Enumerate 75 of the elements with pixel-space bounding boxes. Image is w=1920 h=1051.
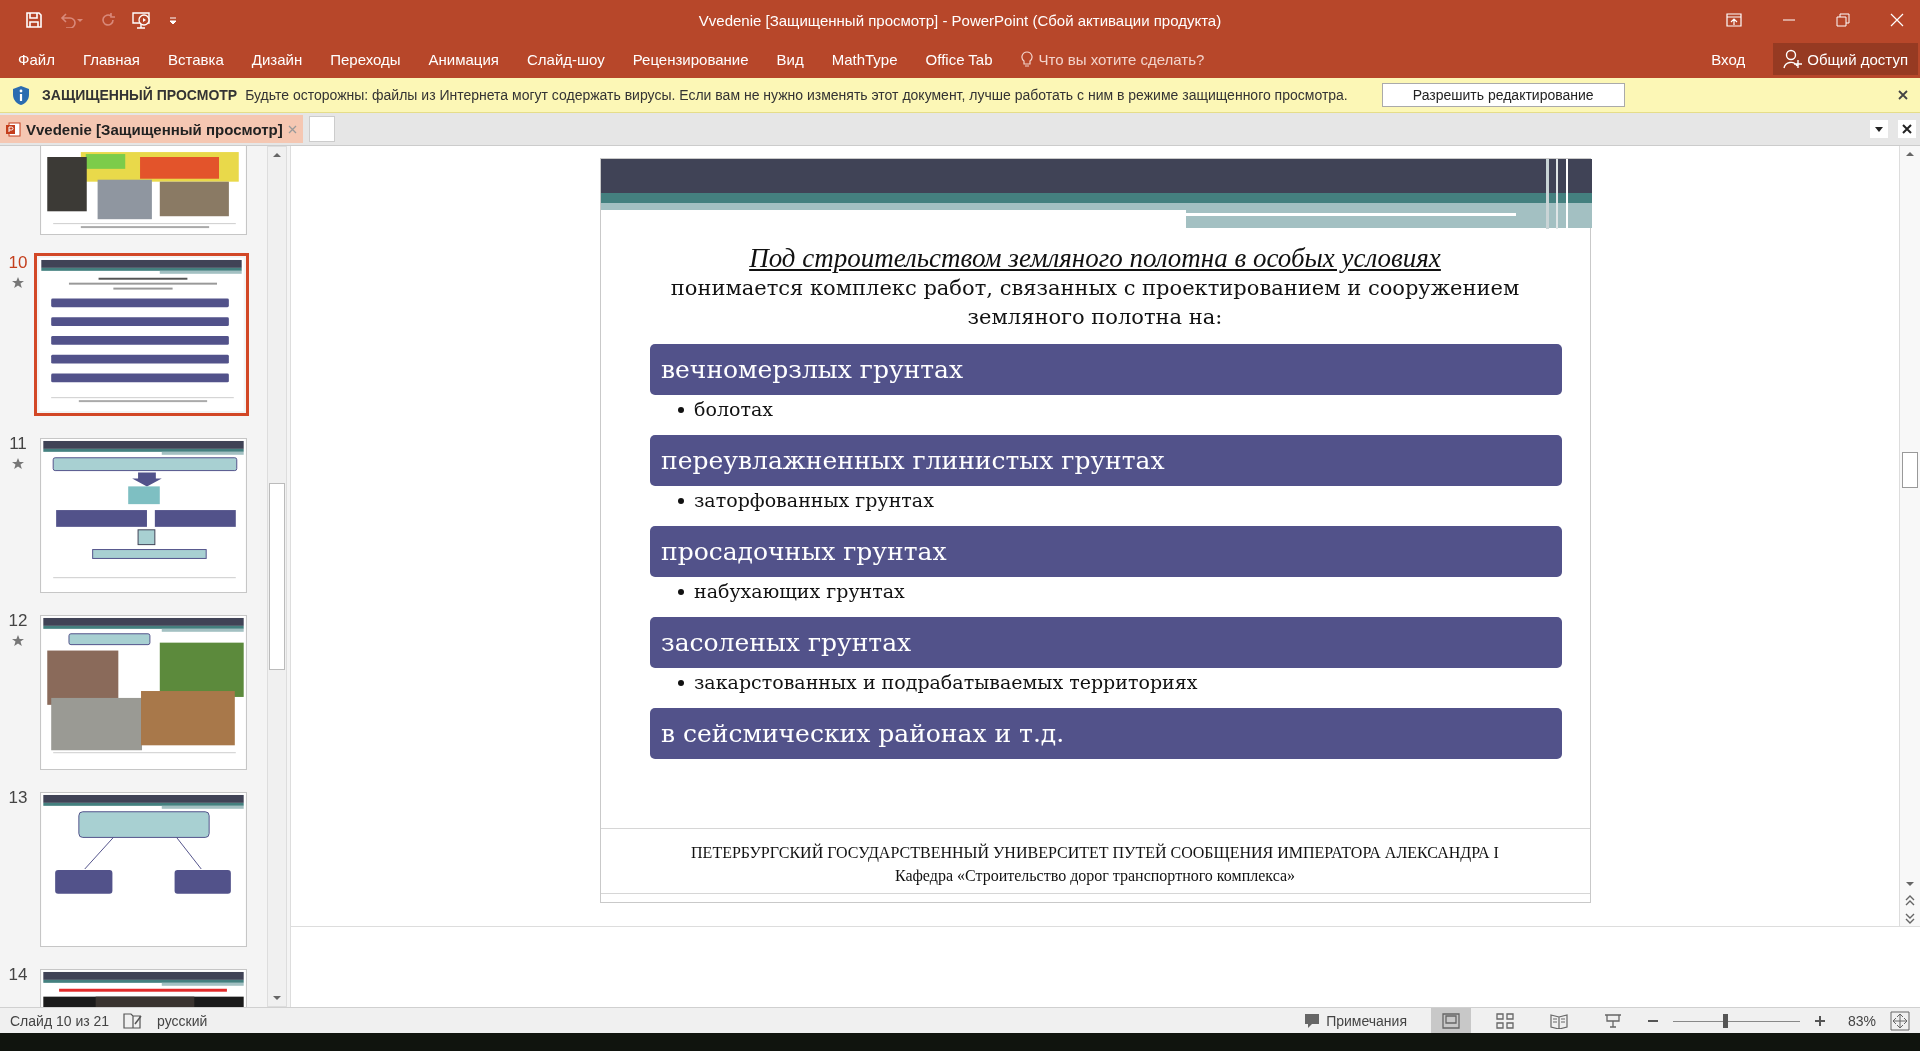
bullet-item: набухающих грунтах bbox=[694, 580, 905, 602]
slide-thumbnail[interactable] bbox=[40, 615, 247, 770]
slideshow-icon[interactable] bbox=[132, 11, 152, 29]
scroll-thumb[interactable] bbox=[1902, 452, 1918, 488]
ribbon-tab[interactable]: Переходы bbox=[330, 50, 401, 68]
scroll-thumb[interactable] bbox=[269, 483, 285, 670]
ribbon-tab[interactable]: MathType bbox=[831, 50, 898, 68]
zoom-level[interactable]: 83% bbox=[1847, 1012, 1876, 1029]
tell-me-field[interactable]: Что вы хотите сделать? bbox=[1020, 50, 1205, 68]
scrollbar[interactable] bbox=[1899, 146, 1920, 926]
ribbon-tab[interactable]: Вид bbox=[776, 50, 804, 68]
lightbulb-icon bbox=[1020, 50, 1033, 68]
slide-number: 12 bbox=[8, 611, 28, 631]
close-icon[interactable] bbox=[1898, 90, 1908, 100]
spell-check-icon[interactable] bbox=[123, 1011, 144, 1030]
bullet-icon bbox=[678, 497, 684, 504]
topic-band: просадочных грунтах bbox=[650, 526, 1562, 577]
fit-slide-icon[interactable] bbox=[1890, 1010, 1910, 1031]
protected-view-title: ЗАЩИЩЕННЫЙ ПРОСМОТР bbox=[42, 87, 238, 103]
grid-icon bbox=[1495, 1012, 1514, 1029]
bullet-item: закарстованных и подрабатываемых территориях bbox=[694, 671, 1198, 693]
ribbon-display-icon[interactable] bbox=[1726, 13, 1742, 27]
document-tab[interactable]: Vvedenie [Защищенный просмотр] bbox=[0, 115, 303, 143]
zoom-slider[interactable] bbox=[1672, 1012, 1800, 1029]
slide-number: 13 bbox=[8, 788, 28, 808]
zoom-in-icon[interactable] bbox=[1813, 1014, 1826, 1027]
slide-counter: Слайд 10 из 21 bbox=[10, 1012, 110, 1029]
language-label[interactable]: русский bbox=[157, 1012, 208, 1029]
slide-number: 14 bbox=[8, 965, 28, 985]
book-icon bbox=[1549, 1012, 1568, 1029]
powerpoint-file-icon bbox=[6, 121, 21, 137]
shield-info-icon bbox=[12, 84, 30, 106]
normal-view-icon bbox=[1441, 1012, 1460, 1029]
restore-icon[interactable] bbox=[1836, 13, 1850, 27]
customize-icon[interactable] bbox=[168, 15, 178, 25]
ribbon-tab[interactable]: Слайд-шоу bbox=[526, 50, 605, 68]
slide-heading: Под строительством земляного полотна в особых условиях bbox=[749, 243, 1441, 274]
save-icon[interactable] bbox=[26, 12, 42, 28]
share-button[interactable]: Общий доступ bbox=[1773, 43, 1918, 75]
protected-view-message: Будьте осторожны: файлы из Интернета могут содержать вирусы. Если вам не нужно изменять этот документ, лучше работать с ним в режиме защищенного просмотра. bbox=[245, 87, 1348, 103]
ribbon-tab[interactable]: Главная bbox=[82, 50, 140, 68]
slide-intro: понимается комплекс работ, связанных с проектированием и сооружением земляного полотна на: bbox=[669, 275, 1521, 331]
footer-text: Кафедра «Строительство дорог транспортного комплекса» bbox=[893, 866, 1297, 887]
enable-editing-button[interactable]: Разрешить редактирование bbox=[1381, 83, 1625, 107]
topic-band: в сейсмических районах и т.д. bbox=[650, 708, 1562, 759]
bullet-icon bbox=[678, 588, 684, 595]
comment-icon bbox=[1304, 1012, 1321, 1029]
notes-button[interactable]: Примечания bbox=[1304, 1012, 1407, 1029]
bullet-icon bbox=[678, 679, 684, 686]
bullet-item: заторфованных грунтах bbox=[694, 489, 934, 511]
ribbon-tab[interactable]: Office Tab bbox=[925, 50, 993, 68]
ribbon-tab[interactable]: Файл bbox=[18, 50, 55, 68]
slide-number: 11 bbox=[9, 434, 27, 454]
person-add-icon bbox=[1783, 49, 1804, 69]
ribbon-tab[interactable]: Рецензирование bbox=[632, 50, 749, 68]
topic-band: переувлажненных глинистых грунтах bbox=[650, 435, 1562, 486]
slide-number: 10 bbox=[8, 253, 28, 273]
close-icon[interactable] bbox=[1898, 120, 1916, 138]
bullet-item: болотах bbox=[694, 398, 773, 420]
sign-in-link[interactable]: Вход bbox=[1711, 50, 1746, 68]
view-button[interactable] bbox=[1430, 1008, 1471, 1033]
footer-text: ПЕТЕРБУРГСКИЙ ГОСУДАРСТВЕННЫЙ УНИВЕРСИТЕТ ПУТЕЙ СООБЩЕНИЯ ИМПЕРАТОРА АЛЕКСАНДРА I bbox=[690, 842, 1500, 864]
slide-thumbnail[interactable] bbox=[40, 792, 247, 947]
scrollbar[interactable] bbox=[267, 146, 287, 1007]
window-title: Vvedenie [Защищенный просмотр] - PowerPoint (Сбой активации продукта) bbox=[698, 11, 1222, 29]
topic-band: засоленых грунтах bbox=[650, 617, 1562, 668]
topic-band: вечномерзлых грунтах bbox=[650, 344, 1562, 395]
ribbon-tab[interactable]: Анимация bbox=[428, 50, 499, 68]
slide-thumbnail[interactable] bbox=[34, 253, 249, 416]
bullet-icon bbox=[678, 406, 684, 413]
ribbon-tab[interactable]: Вставка bbox=[168, 50, 224, 68]
slide-thumbnail[interactable] bbox=[40, 438, 247, 593]
dropdown-icon[interactable] bbox=[1870, 120, 1888, 138]
projector-icon bbox=[1603, 1012, 1622, 1029]
ribbon-tab[interactable]: Дизайн bbox=[251, 50, 303, 68]
